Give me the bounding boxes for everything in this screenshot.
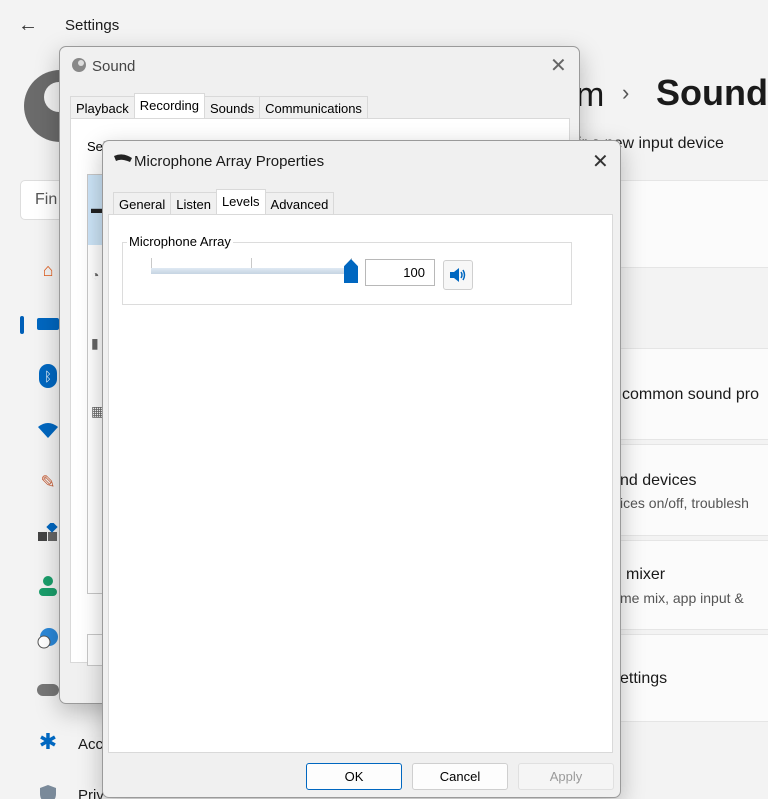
devices-title: nd devices bbox=[620, 472, 697, 489]
mixer-title: mixer bbox=[626, 566, 666, 583]
level-slider-fill bbox=[151, 268, 351, 274]
headset-icon: ◔ bbox=[91, 267, 100, 283]
page-title: Sound bbox=[656, 72, 768, 113]
microphone-array-group: Microphone Array 100 bbox=[122, 234, 572, 305]
level-slider[interactable] bbox=[151, 268, 351, 274]
speaker-icon bbox=[450, 268, 466, 282]
breadcrumb-fragment: m bbox=[576, 76, 605, 114]
close-icon[interactable]: ✕ bbox=[592, 149, 609, 174]
microphone-icon: ▮ bbox=[91, 335, 99, 351]
nav-privacy-label[interactable]: Priv bbox=[78, 787, 104, 799]
brush-icon[interactable]: ✎ bbox=[36, 470, 60, 494]
tab-levels[interactable]: Levels bbox=[215, 189, 266, 216]
dialog-footer: OK Cancel Apply bbox=[103, 761, 620, 798]
home-icon[interactable]: ⌂ bbox=[36, 258, 60, 282]
apply-button[interactable]: Apply bbox=[518, 763, 614, 790]
mixer-desc: me mix, app input & bbox=[620, 590, 744, 606]
input-device-card[interactable] bbox=[600, 180, 768, 268]
close-icon[interactable]: ✕ bbox=[550, 53, 567, 78]
level-value-field[interactable]: 100 bbox=[365, 259, 435, 286]
privacy-icon[interactable] bbox=[36, 782, 60, 799]
more-settings-title: ettings bbox=[620, 670, 668, 687]
accessibility-icon[interactable]: ✱ bbox=[36, 729, 60, 754]
nav-selection-indicator bbox=[20, 316, 24, 334]
devices-desc: ices on/off, troublesh bbox=[620, 495, 749, 511]
bluetooth-icon[interactable]: ᛒ bbox=[36, 364, 60, 388]
microphone-array-icon bbox=[113, 152, 133, 169]
microphone-properties-dialog: Microphone Array Properties ✕ General Li… bbox=[102, 140, 621, 798]
gaming-icon[interactable] bbox=[36, 678, 60, 702]
mic-dialog-title: Microphone Array Properties bbox=[134, 153, 325, 170]
chevron-right-icon: › bbox=[622, 80, 630, 105]
sound-dialog-title: Sound bbox=[92, 58, 136, 75]
tab-recording[interactable]: Recording bbox=[133, 93, 206, 120]
group-label: Microphone Array bbox=[127, 234, 233, 249]
settings-title: Settings bbox=[65, 17, 120, 34]
accounts-icon[interactable] bbox=[36, 574, 60, 598]
svg-text:ᛒ: ᛒ bbox=[44, 370, 52, 385]
mixer-card[interactable] bbox=[600, 540, 768, 630]
ok-button[interactable]: OK bbox=[306, 763, 402, 790]
levels-panel: Microphone Array 100 bbox=[108, 214, 613, 753]
system-icon[interactable] bbox=[36, 312, 60, 336]
cancel-button[interactable]: Cancel bbox=[412, 763, 508, 790]
wifi-icon[interactable] bbox=[36, 418, 60, 442]
apps-icon[interactable] bbox=[36, 522, 60, 546]
back-arrow-icon[interactable]: ← bbox=[18, 14, 38, 37]
mute-button[interactable] bbox=[443, 260, 473, 290]
devices-card[interactable] bbox=[600, 444, 768, 536]
sound-app-icon bbox=[71, 57, 87, 76]
level-slider-thumb[interactable] bbox=[344, 259, 358, 283]
nav-accessibility-label[interactable]: Acc bbox=[78, 736, 103, 753]
time-language-icon[interactable] bbox=[36, 626, 60, 650]
common-sound-text: common sound pro bbox=[622, 386, 759, 403]
